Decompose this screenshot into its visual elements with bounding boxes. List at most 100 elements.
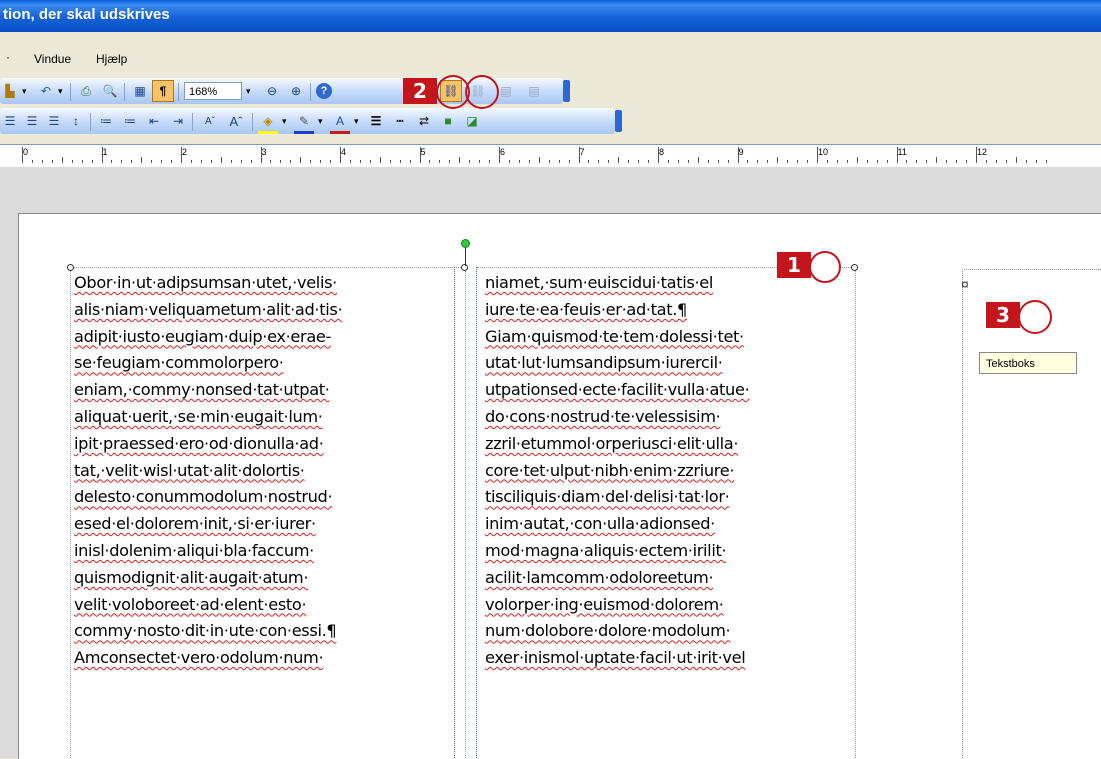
fill-color-icon[interactable]: ◈	[258, 111, 278, 134]
window-title-bar: tion, der skal udskrives	[0, 0, 1101, 32]
ruler-tick	[628, 160, 629, 163]
callout-circle	[1018, 300, 1052, 334]
ruler-tick	[231, 160, 232, 163]
prev-textbox-icon[interactable]: ▤	[496, 81, 516, 101]
ruler-number: 3	[261, 147, 267, 157]
shrink-font-icon[interactable]: Aˇ	[200, 111, 220, 131]
text-line: quismodignit·alit·augait·atum·	[74, 567, 309, 587]
align-left-icon[interactable]: ☰	[0, 111, 20, 131]
3d-style-icon[interactable]: ◪	[462, 111, 482, 131]
ruler-tick	[1006, 160, 1007, 163]
numbered-list-icon[interactable]: ≔	[96, 111, 116, 131]
text-line: ipit·praessed·ero·od·dionulla·ad·	[74, 433, 324, 453]
toolbar-separator	[178, 83, 179, 101]
page	[909, 213, 1101, 759]
chevron-down-icon[interactable]: ▾	[282, 116, 287, 127]
resize-handle[interactable]	[67, 264, 74, 271]
rotate-handle[interactable]	[461, 239, 470, 248]
ruler-tick	[400, 160, 401, 163]
line-spacing-icon[interactable]: ↕	[66, 111, 86, 131]
align-right-icon[interactable]: ☰	[22, 111, 42, 131]
ruler-tick	[1036, 160, 1037, 163]
ruler-tick	[221, 157, 222, 163]
text-line: eniam,·commy·nonsed·tat·utpat·	[74, 380, 330, 400]
justify-icon[interactable]: ☰	[44, 111, 64, 131]
line-style-icon[interactable]: ☰	[366, 111, 386, 131]
increase-indent-icon[interactable]: ⇥	[168, 111, 188, 131]
text-line: mod·magna·aliquis·ectem·irilit·	[485, 540, 727, 560]
resize-handle[interactable]	[851, 264, 858, 271]
ruler-tick	[728, 160, 729, 163]
menu-vindue[interactable]: Vindue	[34, 52, 71, 66]
text-line: adipit·iusto·eugiam·duip·ex·erae-	[74, 326, 332, 346]
ruler-tick	[340, 147, 341, 163]
chevron-down-icon[interactable]: ▾	[318, 116, 323, 127]
column-guide	[454, 267, 455, 758]
text-line: volorper·ing·euismod·dolorem·	[485, 594, 724, 614]
ruler-tick	[131, 160, 132, 163]
font-color-icon[interactable]: A	[330, 111, 350, 134]
next-textbox-icon[interactable]: ▤	[524, 81, 544, 101]
text-column-right[interactable]: niamet,·sum·euiscidui·tatis·el iure·te·ea…	[485, 270, 750, 672]
textbox-border	[465, 267, 466, 758]
toolbar-separator	[124, 83, 125, 101]
dash-style-icon[interactable]: ┅	[390, 111, 410, 131]
ruler-tick	[797, 160, 798, 163]
zoom-select[interactable]: 168%	[184, 82, 242, 100]
ruler-tick	[350, 160, 351, 163]
line-color-icon[interactable]: ✎	[294, 111, 314, 134]
text-column-left[interactable]: Obor·in·ut·adipsumsan·utet,·velis· alis·n…	[74, 270, 343, 672]
ruler-tick	[111, 160, 112, 163]
ruler-tick	[896, 147, 898, 163]
ruler-tick	[688, 160, 689, 163]
chevron-down-icon[interactable]: ▾	[58, 86, 63, 97]
ruler-tick	[419, 147, 421, 163]
ruler-tick	[459, 157, 460, 163]
ruler-tick	[678, 160, 679, 163]
toolbar-options-handle[interactable]	[563, 80, 570, 102]
horizontal-ruler[interactable]	[0, 144, 1101, 168]
menu-hjaelp[interactable]: Hjælp	[96, 52, 127, 66]
column-guide	[476, 267, 477, 758]
bullet-list-icon[interactable]: ≔	[120, 111, 140, 131]
ruler-tick	[330, 160, 331, 163]
textbox-border	[70, 267, 71, 758]
paragraph-mark-icon[interactable]: ¶	[152, 80, 174, 102]
ruler-tick	[559, 160, 560, 163]
ruler-tick	[847, 160, 848, 163]
decrease-indent-icon[interactable]: ⇤	[144, 111, 164, 131]
paste-icon[interactable]: ▙	[0, 81, 20, 101]
chevron-down-icon[interactable]: ▾	[22, 86, 27, 97]
shadow-style-icon[interactable]: ■	[438, 111, 458, 131]
ruler-tick	[410, 160, 411, 163]
chevron-down-icon[interactable]: ▾	[246, 86, 251, 97]
zoom-out-icon[interactable]: ⊖	[262, 81, 282, 101]
ruler-tick	[767, 160, 768, 163]
ruler-tick	[857, 157, 858, 163]
ruler-tick	[708, 160, 709, 163]
callout-badge: 3	[986, 302, 1020, 328]
ruler-tick	[171, 160, 172, 163]
ruler-tick	[509, 160, 510, 163]
arrow-style-icon[interactable]: ⇄	[414, 111, 434, 131]
help-icon[interactable]: ?	[316, 83, 332, 99]
ruler-tick	[62, 157, 63, 163]
ruler-tick	[549, 160, 550, 163]
undo-icon[interactable]: ↶	[36, 81, 56, 101]
text-line: velit·voloboreet·ad·elent·esto·	[74, 594, 307, 614]
text-line: core·tet·ulput·nibh·enim·zzriure·	[485, 460, 735, 480]
zoom-in-icon[interactable]: ⊕	[286, 81, 306, 101]
ruler-tick	[72, 160, 73, 163]
columns-icon[interactable]: ▦	[130, 81, 150, 101]
ruler-number: 11	[897, 147, 907, 157]
ruler-tick	[519, 160, 520, 163]
print-preview-icon[interactable]: 🔍	[100, 81, 120, 101]
text-line: tat,·velit·wisl·utat·alit·dolortis·	[74, 460, 305, 480]
chevron-down-icon[interactable]: ▾	[354, 116, 359, 127]
text-line: Obor·in·ut·adipsumsan·utet,·velis·	[74, 273, 337, 292]
ruler-tick	[270, 160, 271, 163]
anchor-marker: ¤	[961, 276, 969, 292]
grow-font-icon[interactable]: Aˆ	[226, 111, 246, 131]
print-icon[interactable]: ⎙	[76, 81, 96, 101]
toolbar-options-handle[interactable]	[615, 110, 622, 132]
